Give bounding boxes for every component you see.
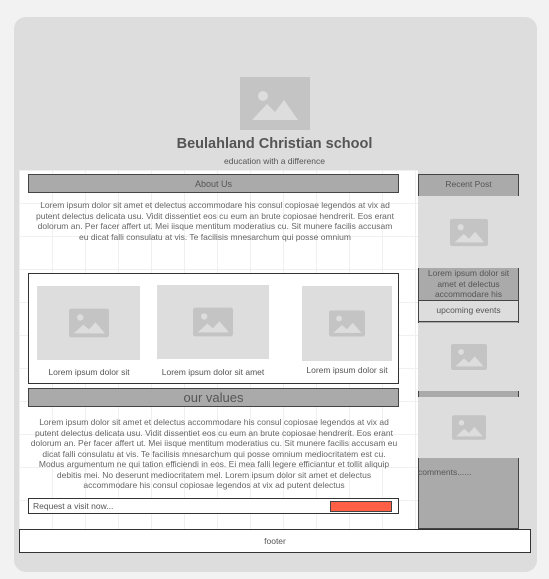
request-visit-placeholder: Request a visit now... (33, 501, 114, 511)
gallery-image-icon (37, 286, 140, 360)
site-subtitle: education with a difference (224, 156, 325, 166)
gallery-caption: Lorem ipsum dolor sit (306, 365, 388, 375)
footer: footer (19, 529, 531, 553)
gallery-caption: Lorem ipsum dolor sit amet (161, 367, 265, 377)
recent-post-heading: Recent Post (445, 179, 492, 189)
event-image-icon (418, 397, 519, 458)
gallery-image-icon (157, 285, 269, 359)
logo-image-placeholder-icon (240, 77, 310, 130)
site-title: Beulahland Christian school (176, 136, 373, 152)
gallery-image-icon (302, 286, 392, 361)
about-heading: About Us (28, 174, 399, 193)
upcoming-events-heading: upcoming events (418, 300, 519, 322)
recent-post-image-icon (418, 196, 519, 268)
about-text: Lorem ipsum dolor sit amet et delectus a… (35, 200, 394, 242)
event-image-icon (418, 323, 519, 391)
recent-post-text[interactable]: Lorem ipsum dolor sit amet et delectus a… (420, 268, 517, 300)
gallery-caption: Lorem ipsum dolor sit (48, 367, 130, 377)
comments-label[interactable]: comments...... (418, 467, 471, 477)
request-submit-button[interactable] (330, 501, 392, 512)
request-visit-input[interactable]: Request a visit now... (28, 498, 399, 514)
values-heading: our values (28, 388, 399, 407)
values-text: Lorem ipsum dolor sit amet et delectus a… (30, 417, 398, 490)
